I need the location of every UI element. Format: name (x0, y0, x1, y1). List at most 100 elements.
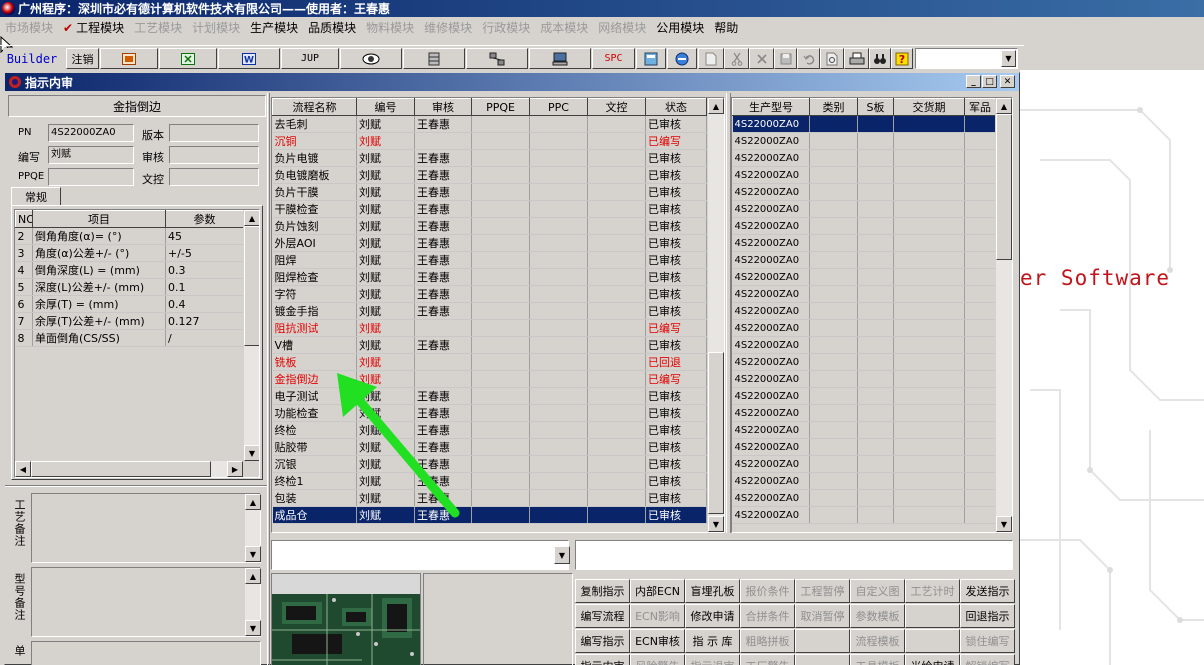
menu-item-3[interactable]: 计划模块 (187, 19, 245, 36)
command-button-2-1[interactable]: ECN审核 (630, 629, 685, 653)
word-button[interactable]: W (218, 48, 280, 69)
params-header[interactable]: NO (15, 210, 33, 228)
command-button-3-1[interactable]: 风险警告 (630, 654, 685, 665)
process-vscroll[interactable]: ▲ ▼ (707, 98, 724, 532)
model-row[interactable]: 4S22000ZA0 (732, 200, 996, 218)
command-button-1-0[interactable]: 编写流程 (575, 604, 630, 628)
command-button-1-7[interactable]: 回退指示 (960, 604, 1015, 628)
command-button-3-3[interactable]: 工厂警告 (740, 654, 795, 665)
menu-item-7[interactable]: 维修模块 (419, 19, 477, 36)
model-row[interactable]: 4S22000ZA0 (732, 455, 996, 473)
model-note-field[interactable]: ▲ ▼ (31, 567, 261, 637)
params-vscroll[interactable]: ▲ ▼ (243, 210, 259, 461)
command-button-0-4[interactable]: 工程暂停 (795, 579, 850, 603)
process-header[interactable]: PPC (529, 98, 588, 116)
process-header[interactable]: 审核 (414, 98, 472, 116)
process-row[interactable]: 镀金手指 刘赋 王春惠 已审核 (272, 302, 707, 320)
process-row[interactable]: 负片电镀 刘赋 王春惠 已审核 (272, 149, 707, 167)
scroll-up-icon[interactable]: ▲ (245, 494, 261, 510)
process-header[interactable]: 流程名称 (272, 98, 357, 116)
model-row[interactable]: 4S22000ZA0 (732, 421, 996, 439)
scroll-up-icon[interactable]: ▲ (708, 98, 724, 114)
ppqe-field[interactable] (48, 168, 134, 186)
param-row[interactable]: 4 倒角深度(L) = (mm) 0.3 (15, 261, 244, 279)
command-button-0-2[interactable]: 盲埋孔板 (685, 579, 740, 603)
process-row[interactable]: 负电镀磨板 刘赋 王春惠 已审核 (272, 166, 707, 184)
scroll-thumb[interactable] (244, 226, 259, 346)
scroll-down-icon[interactable]: ▼ (244, 445, 259, 461)
model-row[interactable]: 4S22000ZA0 (732, 370, 996, 388)
model-row[interactable]: 4S22000ZA0 (732, 353, 996, 371)
scroll-down-icon[interactable]: ▼ (245, 546, 261, 562)
print-preview-button[interactable] (820, 48, 844, 69)
model-row[interactable]: 4S22000ZA0 (732, 149, 996, 167)
scroll-down-icon[interactable]: ▼ (708, 516, 724, 532)
process-header[interactable]: 状态 (645, 98, 707, 116)
command-button-1-4[interactable]: 取消暂停 (795, 604, 850, 628)
command-button-2-7[interactable]: 锁住编写 (960, 629, 1015, 653)
command-button-3-7[interactable]: 解锁编写 (960, 654, 1015, 665)
builder-button[interactable]: Builder (3, 48, 61, 69)
logout-button[interactable]: 注销 (66, 48, 99, 69)
model-row[interactable]: 4S22000ZA0 (732, 217, 996, 235)
command-button-1-2[interactable]: 修改申请 (685, 604, 740, 628)
param-row[interactable]: 7 余厚(T)公差+/- (mm) 0.127 (15, 312, 244, 330)
computer-button[interactable] (529, 48, 591, 69)
command-button-3-4[interactable] (795, 654, 850, 665)
note-vscroll[interactable]: ▲ ▼ (244, 494, 261, 562)
tab-general[interactable]: 常规 (11, 187, 61, 206)
model-vscroll[interactable]: ▲ ▼ (995, 98, 1012, 532)
model-row[interactable]: 4S22000ZA0 (732, 115, 996, 133)
process-row[interactable]: 去毛刺 刘赋 王春惠 已审核 (272, 115, 707, 133)
scroll-right-icon[interactable]: ▶ (227, 461, 243, 477)
param-row[interactable]: 3 角度(α)公差+/- (°) +/-5 (15, 244, 244, 262)
model-header[interactable]: 交货期 (893, 98, 965, 116)
menu-item-12[interactable]: 帮助 (709, 19, 743, 36)
model-header[interactable]: S板 (857, 98, 894, 116)
model-row[interactable]: 4S22000ZA0 (732, 319, 996, 337)
review-field[interactable] (169, 146, 259, 164)
model-row[interactable]: 4S22000ZA0 (732, 132, 996, 150)
command-button-0-7[interactable]: 发送指示 (960, 579, 1015, 603)
params-hscroll[interactable]: ◀ ▶ (15, 461, 243, 477)
menu-item-8[interactable]: 行政模块 (477, 19, 535, 36)
param-row[interactable]: 6 余厚(T) = (mm) 0.4 (15, 295, 244, 313)
process-row[interactable]: 阻焊 刘赋 王春惠 已审核 (272, 251, 707, 269)
process-row[interactable]: 负片干膜 刘赋 王春惠 已审核 (272, 183, 707, 201)
excel-button[interactable] (159, 48, 217, 69)
command-button-0-5[interactable]: 自定义图 (850, 579, 905, 603)
version-field[interactable] (169, 124, 259, 142)
command-button-3-0[interactable]: 指示内审 (575, 654, 630, 665)
model-row[interactable]: 4S22000ZA0 (732, 251, 996, 269)
command-button-1-6[interactable] (905, 604, 960, 628)
maximize-button[interactable]: □ (982, 75, 997, 88)
model-row[interactable]: 4S22000ZA0 (732, 268, 996, 286)
network-button[interactable] (466, 48, 528, 69)
cut-button[interactable] (724, 48, 749, 69)
menu-item-9[interactable]: 成本模块 (535, 19, 593, 36)
command-button-1-3[interactable]: 合拼条件 (740, 604, 795, 628)
process-row[interactable]: 负片蚀刻 刘赋 王春惠 已审核 (272, 217, 707, 235)
model-header[interactable]: 生产型号 (732, 98, 810, 116)
param-row[interactable]: 2 倒角角度(α)= (°) 45 (15, 227, 244, 245)
database-button[interactable] (403, 48, 465, 69)
model-row[interactable]: 4S22000ZA0 (732, 234, 996, 252)
process-row[interactable]: 阻焊检查 刘赋 王春惠 已审核 (272, 268, 707, 286)
process-header[interactable]: 编号 (356, 98, 415, 116)
model-header[interactable]: 类别 (809, 98, 858, 116)
model-header[interactable]: 军品 (964, 98, 996, 116)
process-note-field[interactable]: ▲ ▼ (31, 493, 261, 563)
param-row[interactable]: 5 深度(L)公差+/- (mm) 0.1 (15, 278, 244, 296)
process-row[interactable]: 阻抗测试 刘赋 已编写 (272, 319, 707, 337)
chevron-down-icon[interactable]: ▼ (554, 546, 570, 564)
save-button[interactable] (774, 48, 797, 69)
model-row[interactable]: 4S22000ZA0 (732, 404, 996, 422)
eye-button[interactable] (340, 48, 402, 69)
chevron-down-icon[interactable]: ▼ (1001, 50, 1016, 67)
command-button-0-0[interactable]: 复制指示 (575, 579, 630, 603)
command-button-2-2[interactable]: 指 示 库 (685, 629, 740, 653)
menu-item-1[interactable]: ✔ 工程模块 (58, 19, 129, 36)
command-button-2-4[interactable] (795, 629, 850, 653)
hscroll-thumb[interactable] (31, 461, 211, 477)
command-button-2-5[interactable]: 流程模板 (850, 629, 905, 653)
